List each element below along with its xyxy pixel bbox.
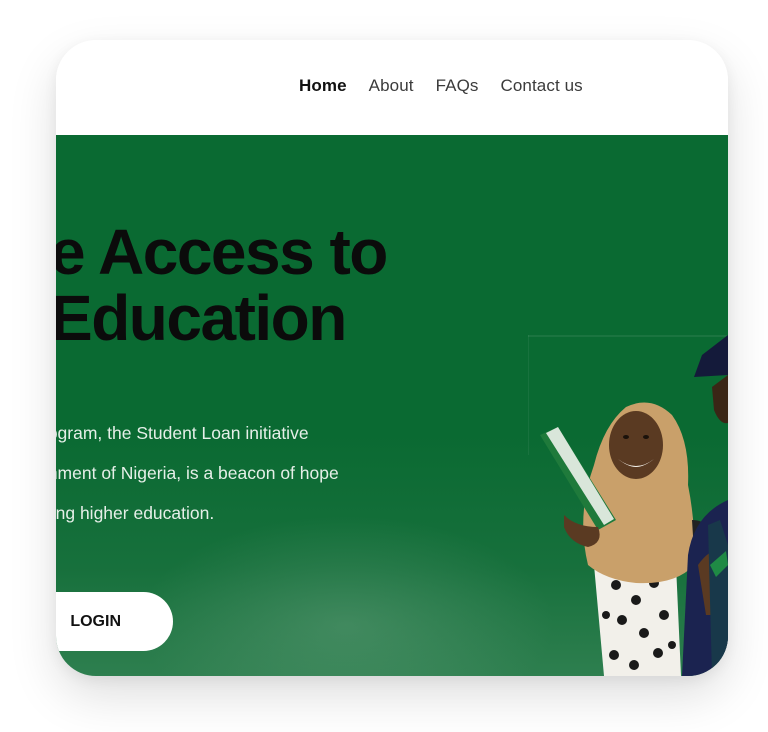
nav-link-about[interactable]: About bbox=[369, 76, 414, 96]
nav-link-contact[interactable]: Contact us bbox=[501, 76, 583, 96]
students-graduation-photo bbox=[540, 335, 728, 676]
page-card: Home About FAQs Contact us e Access to E… bbox=[56, 40, 728, 676]
hero-description-line-3: uing higher education. bbox=[56, 502, 215, 523]
hero-title: e Access to Education bbox=[56, 216, 388, 354]
login-button[interactable]: LOGIN bbox=[56, 592, 173, 651]
nav-link-home[interactable]: Home bbox=[299, 76, 347, 96]
hero-description-line-2: rnment of Nigeria, is a beacon of hope bbox=[56, 462, 339, 483]
top-navbar: Home About FAQs Contact us bbox=[56, 40, 728, 135]
hero-title-line-1: e Access to bbox=[56, 216, 388, 288]
nav-link-faqs[interactable]: FAQs bbox=[436, 76, 479, 96]
hero-description-line-1: rogram, the Student Loan initiative bbox=[56, 422, 309, 443]
nav-menu: Home About FAQs Contact us bbox=[299, 76, 605, 96]
hero-description: rogram, the Student Loan initiative rnme… bbox=[56, 413, 442, 533]
hero-title-line-2: Education bbox=[56, 282, 347, 354]
hero-section: e Access to Education rogram, the Studen… bbox=[56, 135, 728, 676]
